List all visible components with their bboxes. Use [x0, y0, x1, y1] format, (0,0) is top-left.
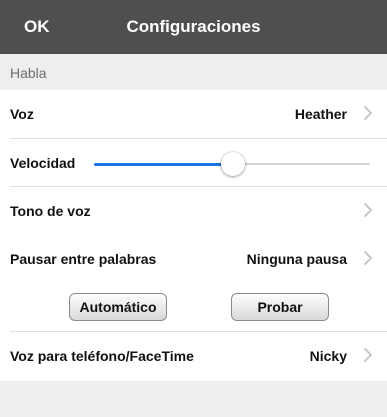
pausar-value: Ninguna pausa	[246, 251, 347, 267]
row-tono-de-voz[interactable]: Tono de voz	[0, 187, 387, 235]
row-voz-telefono[interactable]: Voz para teléfono/FaceTime Nicky	[0, 332, 387, 380]
chevron-right-icon	[364, 203, 372, 217]
section-header-habla: Habla	[0, 54, 387, 90]
probar-button[interactable]: Probar	[231, 293, 329, 321]
section-header-label: Habla	[10, 65, 47, 81]
pausar-label: Pausar entre palabras	[10, 251, 157, 267]
speed-slider-fill[interactable]	[94, 163, 234, 166]
automatico-button[interactable]: Automático	[69, 293, 167, 321]
velocidad-label: Velocidad	[10, 155, 76, 171]
speed-slider-track[interactable]	[234, 163, 370, 165]
voz-value: Heather	[294, 106, 347, 122]
ok-button[interactable]: OK	[24, 17, 50, 37]
row-voz[interactable]: Voz Heather	[0, 90, 387, 138]
row-pausar[interactable]: Pausar entre palabras Ninguna pausa	[0, 235, 387, 283]
page-title: Configuraciones	[126, 17, 261, 36]
speed-slider-knob[interactable]	[221, 152, 245, 176]
chevron-right-icon	[364, 348, 372, 362]
chevron-right-icon	[364, 251, 372, 265]
voz-telefono-label: Voz para teléfono/FaceTime	[10, 348, 194, 364]
buttons-row: Automático Probar	[0, 283, 387, 331]
chevron-right-icon	[364, 106, 372, 120]
row-velocidad: Velocidad	[0, 139, 387, 187]
voz-label: Voz	[10, 106, 34, 122]
voz-telefono-value: Nicky	[309, 348, 347, 364]
section-header-partial	[0, 381, 387, 417]
tono-label: Tono de voz	[10, 203, 91, 219]
navigation-bar: OK Configuraciones	[0, 0, 387, 54]
